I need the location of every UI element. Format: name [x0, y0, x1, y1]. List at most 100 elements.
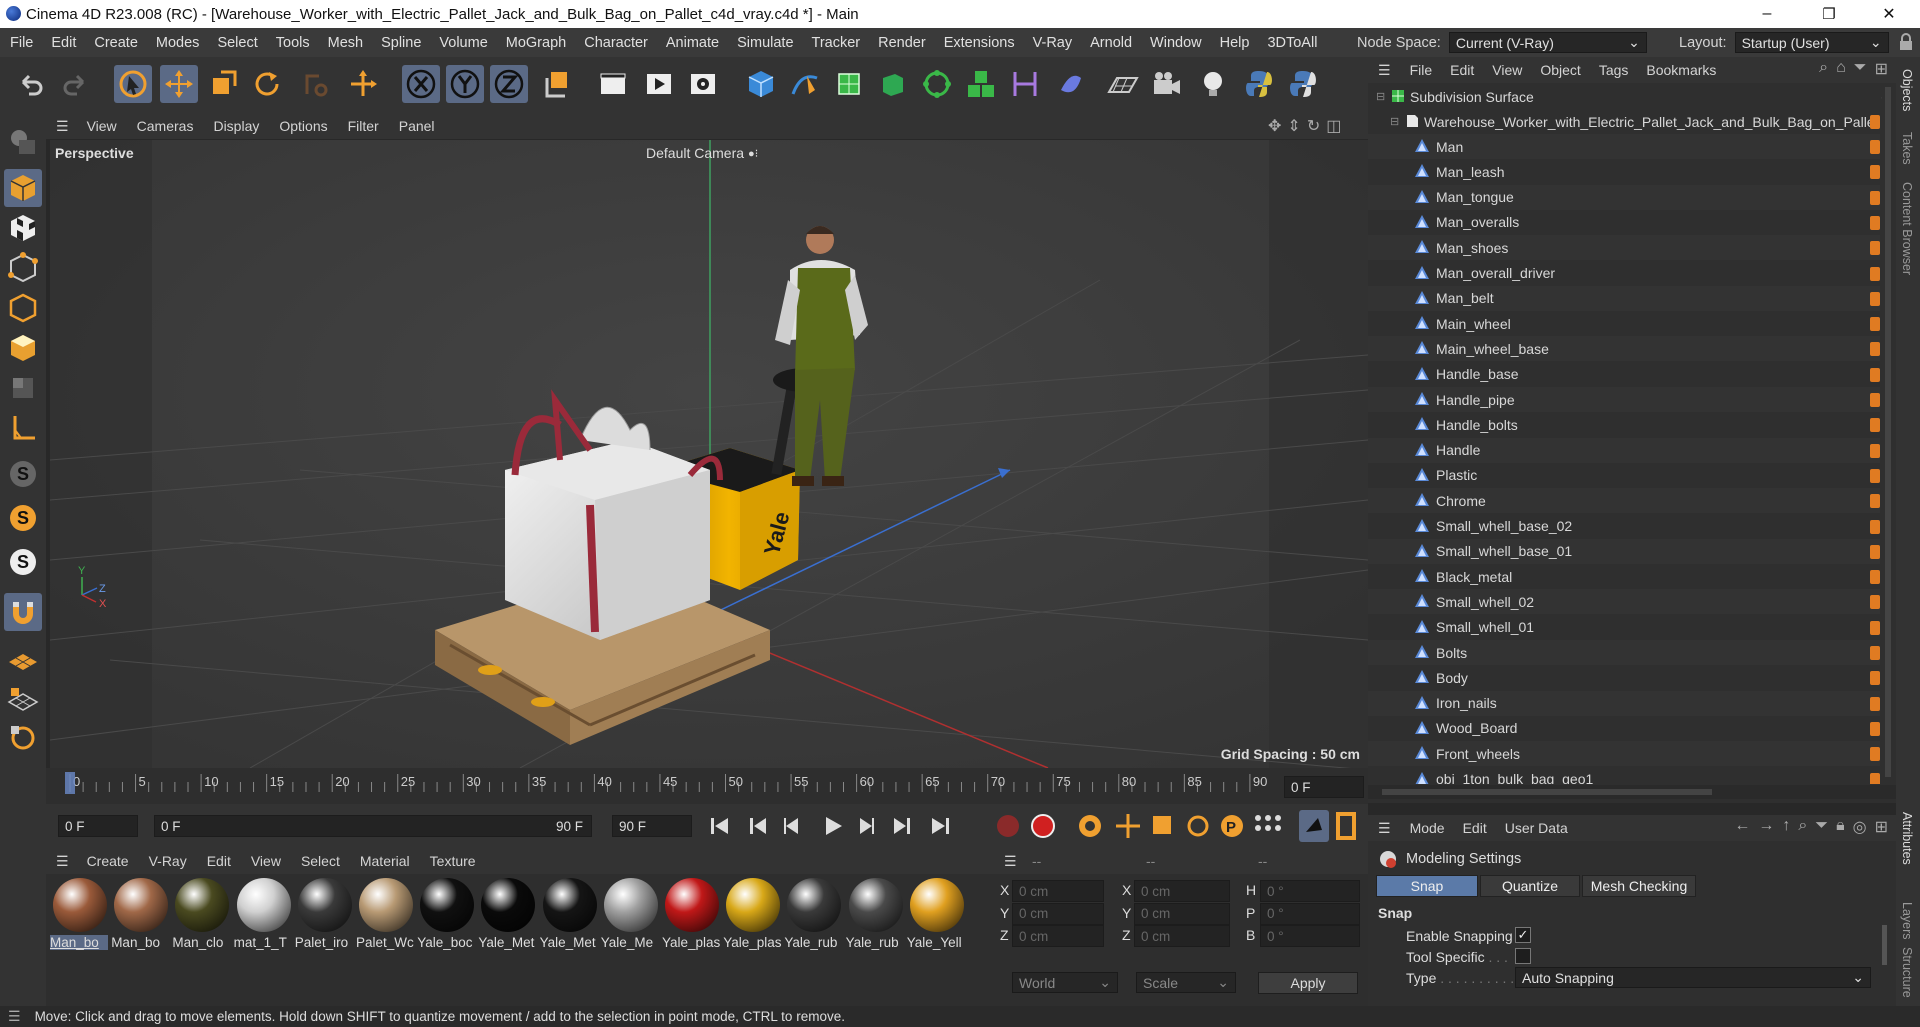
side-tab-structure[interactable]: Structure: [1900, 947, 1914, 998]
object-menu-view[interactable]: View: [1483, 62, 1531, 78]
menu-select[interactable]: Select: [208, 35, 266, 51]
material-menu-material[interactable]: Material: [350, 853, 420, 869]
render-settings-button[interactable]: [684, 65, 722, 103]
current-frame-field[interactable]: 0 F: [1284, 776, 1364, 798]
camera-label[interactable]: Default Camera ●⁝: [646, 145, 758, 161]
attribute-menu-edit[interactable]: Edit: [1454, 820, 1496, 836]
layout-lock-icon[interactable]: [1896, 32, 1916, 52]
pan-view-icon[interactable]: ✥: [1268, 116, 1281, 136]
layout-dropdown[interactable]: Startup (User) ⌄: [1734, 32, 1889, 53]
position-x-field[interactable]: 0 cm: [1012, 880, 1104, 902]
material-tag-icon[interactable]: [1870, 367, 1880, 382]
object-row-obj-1ton-bulk-bag-geo1[interactable]: obj_1ton_bulk_bag_geo1: [1368, 767, 1880, 784]
object-row-handle-pipe[interactable]: Handle_pipe: [1368, 387, 1880, 412]
material-menu-texture[interactable]: Texture: [420, 853, 486, 869]
object-row-small-whell-02[interactable]: Small_whell_02: [1368, 589, 1880, 615]
material-tag-icon[interactable]: [1870, 443, 1880, 458]
material-tag-icon[interactable]: [1870, 772, 1880, 784]
object-row-man[interactable]: Man: [1368, 134, 1880, 159]
maximize-button[interactable]: ❐: [1806, 0, 1852, 28]
material-swatch[interactable]: Man_bo: [50, 878, 110, 956]
size-z-field[interactable]: 0 cm: [1134, 925, 1230, 947]
camera-button[interactable]: [1148, 65, 1186, 103]
material-swatch[interactable]: Yale_rub: [784, 878, 844, 956]
object-row-man-shoes[interactable]: Man_shoes: [1368, 235, 1880, 261]
array-button[interactable]: [962, 65, 1000, 103]
object-row-handle-base[interactable]: Handle_base: [1368, 362, 1880, 387]
material-tag-icon[interactable]: [1870, 291, 1880, 306]
material-tag-icon[interactable]: [1870, 418, 1880, 433]
hamburger-icon[interactable]: ☰: [56, 853, 69, 870]
floor-button[interactable]: [1104, 65, 1142, 103]
rotation-p-field[interactable]: 0 °: [1260, 902, 1360, 925]
side-tab-attributes[interactable]: Attributes: [1900, 812, 1914, 865]
object-row-chrome[interactable]: Chrome: [1368, 488, 1880, 514]
object-menu-bookmarks[interactable]: Bookmarks: [1637, 62, 1725, 78]
redo-button[interactable]: [56, 65, 94, 103]
menu-tools[interactable]: Tools: [267, 35, 319, 51]
apply-button[interactable]: Apply: [1258, 972, 1358, 994]
viewport-menu-options[interactable]: Options: [269, 118, 337, 134]
menu-mograph[interactable]: MoGraph: [497, 35, 575, 51]
menu-extensions[interactable]: Extensions: [935, 35, 1024, 51]
tab-quantize[interactable]: Quantize: [1480, 875, 1580, 897]
menu-mesh[interactable]: Mesh: [319, 35, 372, 51]
material-tag-icon[interactable]: [1870, 519, 1880, 534]
scale-tool-button[interactable]: [204, 65, 242, 103]
lock-x-button[interactable]: [402, 65, 440, 103]
menu-create[interactable]: Create: [85, 35, 147, 51]
object-row-main-wheel[interactable]: Main_wheel: [1368, 311, 1880, 336]
material-tag-icon[interactable]: [1870, 468, 1880, 483]
live-selection-button[interactable]: [114, 65, 152, 103]
python-script-button-2[interactable]: [1284, 65, 1322, 103]
material-tag-icon[interactable]: [1870, 570, 1880, 585]
material-swatch[interactable]: Yale_boc: [417, 878, 477, 956]
hamburger-icon[interactable]: ☰: [1004, 853, 1017, 870]
menu-volume[interactable]: Volume: [430, 35, 496, 51]
material-tag-icon[interactable]: [1870, 241, 1880, 256]
menu-3dtoall[interactable]: 3DToAll: [1258, 35, 1326, 51]
material-menu-v-ray[interactable]: V-Ray: [139, 853, 197, 869]
material-tag-icon[interactable]: [1870, 696, 1880, 711]
render-to-picture-viewer-button[interactable]: [640, 65, 678, 103]
material-tag-icon[interactable]: [1870, 646, 1880, 660]
field-button[interactable]: [1052, 65, 1090, 103]
enable-snapping-checkbox[interactable]: ✓: [1515, 927, 1531, 943]
object-row-body[interactable]: Body: [1368, 665, 1880, 690]
material-menu-select[interactable]: Select: [291, 853, 350, 869]
material-tag-icon[interactable]: [1870, 266, 1880, 281]
attribute-menu-mode[interactable]: Mode: [1401, 820, 1454, 836]
attribute-menu-user-data[interactable]: User Data: [1496, 820, 1577, 836]
material-tag-icon[interactable]: [1870, 494, 1880, 509]
material-tag-icon[interactable]: [1870, 317, 1880, 332]
position-z-field[interactable]: 0 cm: [1012, 925, 1104, 947]
texture-mode-button[interactable]: [4, 209, 42, 247]
object-row-front-wheels[interactable]: Front_wheels: [1368, 741, 1880, 767]
material-tag-icon[interactable]: [1870, 671, 1880, 686]
mograph-cloner-button[interactable]: [918, 65, 956, 103]
extrude-button[interactable]: [874, 65, 912, 103]
material-swatch[interactable]: Man_bo: [111, 878, 171, 956]
grid-snap-button[interactable]: [4, 643, 42, 681]
rotation-h-field[interactable]: 0 °: [1260, 880, 1360, 902]
hamburger-icon[interactable]: ☰: [1378, 62, 1391, 79]
rotation-b-field[interactable]: 0 °: [1260, 925, 1360, 947]
timeline-ruler[interactable]: 0 5 10 15 20 25 30 35 40 45 50 55 60 65 70 75 80 85 90 0 F: [46, 768, 1368, 804]
size-y-field[interactable]: 0 cm: [1134, 902, 1230, 925]
coordinate-space-dropdown[interactable]: World ⌄: [1012, 972, 1118, 993]
menu-simulate[interactable]: Simulate: [728, 35, 802, 51]
search-icon[interactable]: ⌕: [1819, 59, 1828, 79]
recent-tool-button[interactable]: [296, 65, 334, 103]
minimize-button[interactable]: –: [1744, 0, 1790, 28]
solo-button-2[interactable]: S: [4, 499, 42, 537]
object-row-group[interactable]: ⊟ Warehouse_Worker_with_Electric_Pallet_J…: [1368, 109, 1880, 134]
make-editable-button[interactable]: [4, 123, 42, 161]
new-view-icon[interactable]: ⊞: [1875, 59, 1888, 79]
material-tag-icon[interactable]: [1870, 747, 1880, 762]
material-menu-create[interactable]: Create: [77, 853, 139, 869]
menu-file[interactable]: File: [1, 35, 42, 51]
material-tag-icon[interactable]: [1870, 721, 1880, 736]
menu-render[interactable]: Render: [869, 35, 935, 51]
material-swatch[interactable]: Yale_plas: [662, 878, 722, 956]
menu-help[interactable]: Help: [1211, 35, 1259, 51]
